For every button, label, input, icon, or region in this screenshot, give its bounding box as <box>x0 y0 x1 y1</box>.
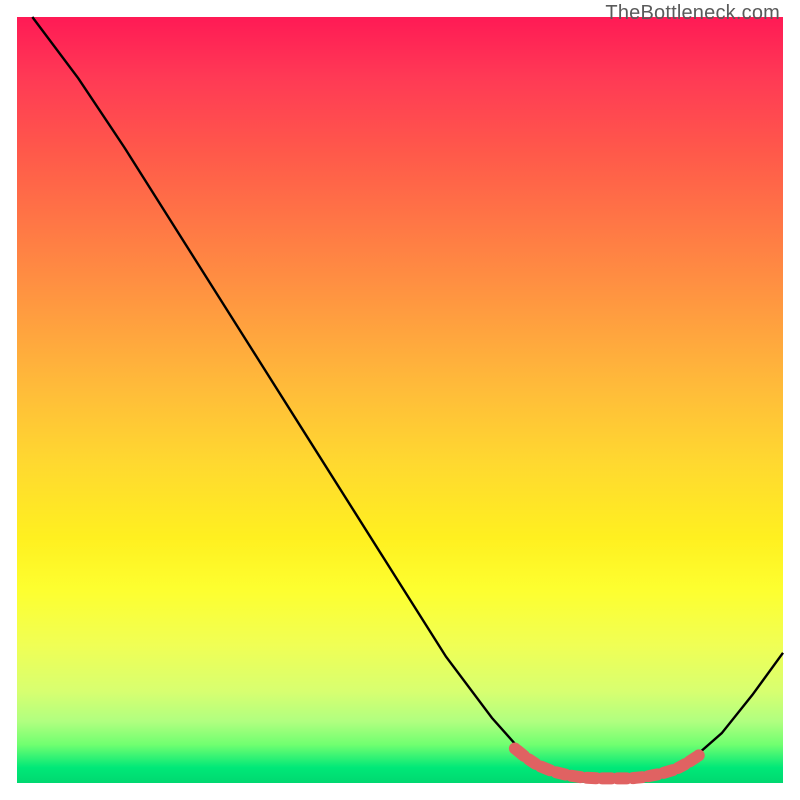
chart-svg <box>0 0 800 800</box>
highlight-marker-segment <box>529 759 536 764</box>
highlight-marker-segment <box>648 774 657 776</box>
highlight-marker-dot <box>693 749 705 761</box>
bottleneck-curve-line <box>32 17 783 778</box>
highlight-marker-dot <box>509 743 521 755</box>
highlight-marker-segment <box>541 767 550 771</box>
highlight-marker-segment <box>572 776 581 777</box>
chart-container: TheBottleneck.com <box>0 0 800 800</box>
highlight-markers-group <box>509 743 705 779</box>
highlight-marker-segment <box>664 770 673 773</box>
highlight-marker-segment <box>556 772 565 774</box>
highlight-marker-segment <box>678 764 685 768</box>
highlight-marker-segment <box>633 777 642 778</box>
watermark-text: TheBottleneck.com <box>605 2 780 25</box>
